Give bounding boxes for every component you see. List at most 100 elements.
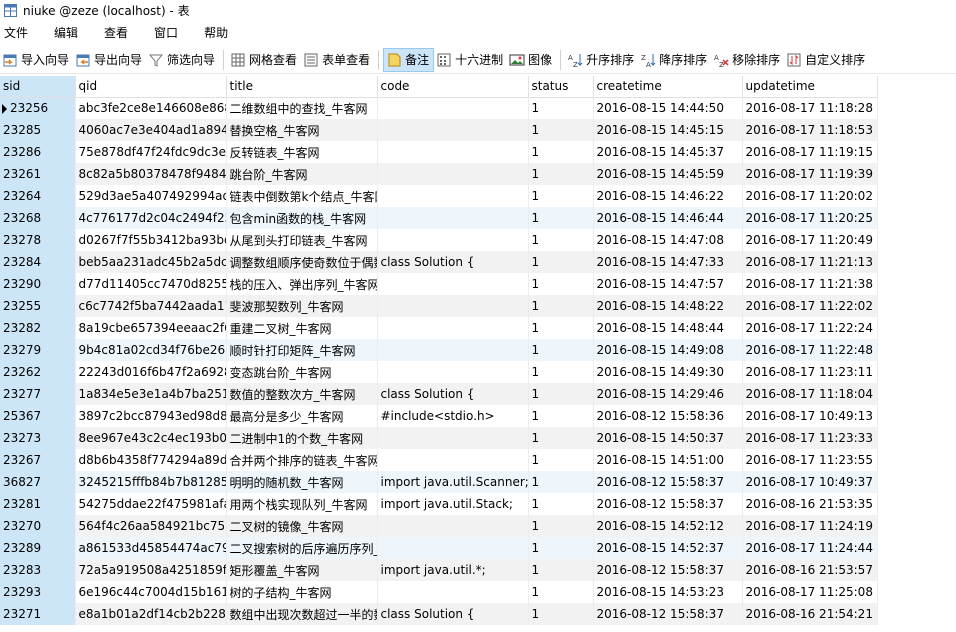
cell-title[interactable]: 调整数组顺序使奇数位于偶数前面 xyxy=(226,251,378,273)
cell-updatetime[interactable]: 2016-08-17 11:25:08 xyxy=(742,581,878,603)
cell-status[interactable]: 1 xyxy=(528,273,594,295)
cell-createtime[interactable]: 2016-08-15 14:48:22 xyxy=(593,295,743,317)
cell-qid[interactable]: 1a834e5e3e1a4b7ba2514 xyxy=(75,383,227,405)
cell-updatetime[interactable]: 2016-08-17 11:23:11 xyxy=(742,361,878,383)
cell-createtime[interactable]: 2016-08-15 14:45:37 xyxy=(593,141,743,163)
cell-createtime[interactable]: 2016-08-15 14:50:37 xyxy=(593,427,743,449)
cell-code[interactable] xyxy=(377,97,529,119)
cell-title[interactable]: 二维数组中的查找_牛客网 xyxy=(226,97,378,119)
cell-status[interactable]: 1 xyxy=(528,603,594,625)
cell-code[interactable] xyxy=(377,339,529,361)
cell-qid[interactable]: 22243d016f6b47f2a6928 xyxy=(75,361,227,383)
column-header-title[interactable]: title xyxy=(226,76,378,98)
cell-qid[interactable]: 72a5a919508a4251859fb xyxy=(75,559,227,581)
cell-status[interactable]: 1 xyxy=(528,515,594,537)
cell-status[interactable]: 1 xyxy=(528,383,594,405)
cell-qid[interactable]: 54275ddae22f475981afa xyxy=(75,493,227,515)
cell-createtime[interactable]: 2016-08-15 14:45:59 xyxy=(593,163,743,185)
cell-qid[interactable]: 8ee967e43c2c4ec193b04 xyxy=(75,427,227,449)
cell-code[interactable] xyxy=(377,581,529,603)
cell-status[interactable]: 1 xyxy=(528,559,594,581)
cell-createtime[interactable]: 2016-08-15 14:52:37 xyxy=(593,537,743,559)
column-header-status[interactable]: status xyxy=(528,76,594,98)
column-header-qid[interactable]: qid xyxy=(75,76,227,98)
cell-updatetime[interactable]: 2016-08-17 11:24:19 xyxy=(742,515,878,537)
cell-qid[interactable]: 9b4c81a02cd34f76be265 xyxy=(75,339,227,361)
form-view-button[interactable]: 表单查看 xyxy=(301,48,374,72)
cell-qid[interactable]: 75e878df47f24fdc9dc3e4 xyxy=(75,141,227,163)
cell-code[interactable] xyxy=(377,185,529,207)
cell-qid[interactable]: 529d3ae5a407492994ad2 xyxy=(75,185,227,207)
cell-createtime[interactable]: 2016-08-15 14:48:44 xyxy=(593,317,743,339)
cell-qid[interactable]: 8a19cbe657394eeaac2f6e xyxy=(75,317,227,339)
cell-updatetime[interactable]: 2016-08-16 21:54:21 xyxy=(742,603,878,625)
cell-sid[interactable]: 23279 xyxy=(0,339,76,361)
hex-button[interactable]: 十六进制 xyxy=(434,48,507,72)
cell-sid[interactable]: 23283 xyxy=(0,559,76,581)
cell-title[interactable]: 数值的整数次方_牛客网 xyxy=(226,383,378,405)
cell-sid[interactable]: 23271 xyxy=(0,603,76,625)
cell-qid[interactable]: c6c7742f5ba7442aada11 xyxy=(75,295,227,317)
cell-updatetime[interactable]: 2016-08-17 11:18:28 xyxy=(742,97,878,119)
cell-sid[interactable]: 23286 xyxy=(0,141,76,163)
cell-status[interactable]: 1 xyxy=(528,163,594,185)
cell-sid[interactable]: 23273 xyxy=(0,427,76,449)
cell-qid[interactable]: 3897c2bcc87943ed98d8e xyxy=(75,405,227,427)
table-row[interactable]: 23267 d8b6b4358f774294a89de 合并两个排序的链表_牛客网 1… xyxy=(0,449,878,471)
image-button[interactable]: 图像 xyxy=(507,48,556,72)
column-header-sid[interactable]: sid xyxy=(0,76,76,98)
cell-title[interactable]: 替换空格_牛客网 xyxy=(226,119,378,141)
cell-status[interactable]: 1 xyxy=(528,207,594,229)
cell-updatetime[interactable]: 2016-08-17 11:22:48 xyxy=(742,339,878,361)
cell-updatetime[interactable]: 2016-08-16 21:53:57 xyxy=(742,559,878,581)
cell-sid[interactable]: 25367 xyxy=(0,405,76,427)
cell-title[interactable]: 反转链表_牛客网 xyxy=(226,141,378,163)
cell-status[interactable]: 1 xyxy=(528,427,594,449)
table-row[interactable]: 23289a861533d45854474ac791二叉搜索树的后序遍历序列_牛… xyxy=(0,537,878,559)
import-wizard-button[interactable]: 导入向导 xyxy=(0,48,73,72)
table-row[interactable]: 23273 8ee967e43c2c4ec193b04 二进制中1的个数_牛客网 1 2… xyxy=(0,427,878,449)
cell-code[interactable] xyxy=(377,207,529,229)
cell-sid[interactable]: 23281 xyxy=(0,493,76,515)
cell-qid[interactable]: d8b6b4358f774294a89de xyxy=(75,449,227,471)
cell-status[interactable]: 1 xyxy=(528,119,594,141)
cell-title[interactable]: 链表中倒数第k个结点_牛客网 xyxy=(226,185,378,207)
cell-title[interactable]: 二叉搜索树的后序遍历序列_牛客网 xyxy=(226,537,378,559)
cell-qid[interactable]: 8c82a5b80378478f9484d xyxy=(75,163,227,185)
cell-createtime[interactable]: 2016-08-15 14:47:57 xyxy=(593,273,743,295)
cell-createtime[interactable]: 2016-08-15 14:47:33 xyxy=(593,251,743,273)
table-row[interactable]: 23278 d0267f7f55b3412ba93bd 从尾到头打印链表_牛客网 1 2… xyxy=(0,229,878,251)
cell-createtime[interactable]: 2016-08-15 14:46:44 xyxy=(593,207,743,229)
cell-qid[interactable]: e8a1b01a2df14cb2b228b xyxy=(75,603,227,625)
cell-code[interactable]: import java.util.Stack; xyxy=(377,493,529,515)
cell-qid[interactable]: d0267f7f55b3412ba93bd xyxy=(75,229,227,251)
cell-title[interactable]: 树的子结构_牛客网 xyxy=(226,581,378,603)
cell-updatetime[interactable]: 2016-08-17 11:23:33 xyxy=(742,427,878,449)
cell-updatetime[interactable]: 2016-08-17 10:49:13 xyxy=(742,405,878,427)
cell-createtime[interactable]: 2016-08-15 14:49:30 xyxy=(593,361,743,383)
cell-sid[interactable]: 23278 xyxy=(0,229,76,251)
cell-title[interactable]: 矩形覆盖_牛客网 xyxy=(226,559,378,581)
cell-sid[interactable]: 23268 xyxy=(0,207,76,229)
cell-status[interactable]: 1 xyxy=(528,339,594,361)
custom-sort-button[interactable]: 自定义排序 xyxy=(784,48,869,72)
cell-updatetime[interactable]: 2016-08-17 11:19:15 xyxy=(742,141,878,163)
cell-status[interactable]: 1 xyxy=(528,295,594,317)
cell-sid[interactable]: 23293 xyxy=(0,581,76,603)
cell-createtime[interactable]: 2016-08-12 15:58:36 xyxy=(593,405,743,427)
cell-updatetime[interactable]: 2016-08-17 11:20:25 xyxy=(742,207,878,229)
cell-qid[interactable]: beb5aa231adc45b2a5dcc xyxy=(75,251,227,273)
cell-status[interactable]: 1 xyxy=(528,493,594,515)
cell-createtime[interactable]: 2016-08-15 14:47:08 xyxy=(593,229,743,251)
cell-status[interactable]: 1 xyxy=(528,581,594,603)
cell-title[interactable]: 栈的压入、弹出序列_牛客网 xyxy=(226,273,378,295)
cell-sid[interactable]: 23290 xyxy=(0,273,76,295)
column-header-createtime[interactable]: createtime xyxy=(593,76,743,98)
cell-sid[interactable]: 23267 xyxy=(0,449,76,471)
cell-title[interactable]: 包含min函数的栈_牛客网 xyxy=(226,207,378,229)
cell-qid[interactable]: 6e196c44c7004d15b1610 xyxy=(75,581,227,603)
cell-code[interactable] xyxy=(377,141,529,163)
sort-desc-button[interactable]: ZA 降序排序 xyxy=(638,48,711,72)
cell-status[interactable]: 1 xyxy=(528,97,594,119)
cell-code[interactable] xyxy=(377,229,529,251)
